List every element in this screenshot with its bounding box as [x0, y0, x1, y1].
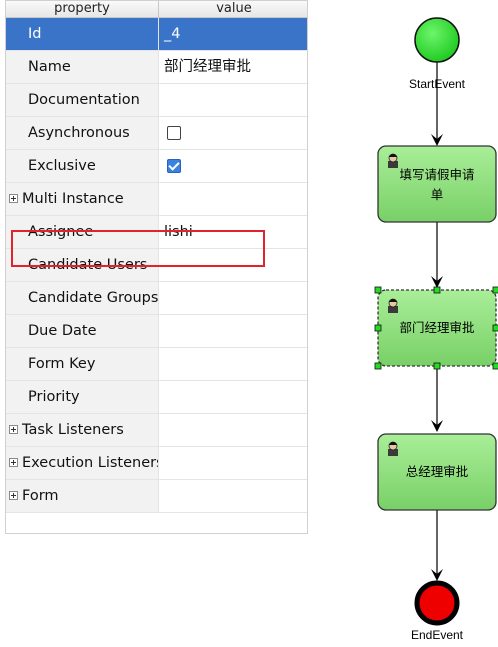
- task-dept-manager-approval[interactable]: 部门经理审批: [377, 289, 497, 367]
- start-event[interactable]: [414, 17, 460, 63]
- process-diagram: StartEvent 填写请假申请 单 部门经理审批 总经理审批 EndEven…: [374, 17, 498, 642]
- user-task-icon: [387, 298, 399, 314]
- user-task-icon: [387, 441, 399, 457]
- task1-label-line2: 单: [431, 187, 444, 202]
- start-event-label: StartEvent: [409, 77, 466, 91]
- end-event[interactable]: [414, 580, 460, 626]
- task1-label-line1: 填写请假申请: [399, 167, 474, 182]
- task-general-manager-approval[interactable]: 总经理审批: [377, 433, 497, 511]
- user-task-icon: [387, 153, 399, 169]
- task2-label: 部门经理审批: [399, 320, 474, 335]
- task-fill-leave-form[interactable]: 填写请假申请 单: [377, 145, 497, 223]
- end-event-label: EndEvent: [411, 628, 464, 642]
- task3-label: 总经理审批: [406, 464, 469, 479]
